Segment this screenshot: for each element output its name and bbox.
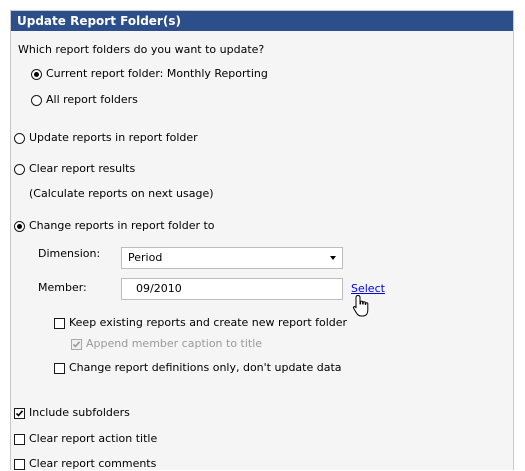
member-value: 09/2010 (136, 282, 182, 295)
clear-results-label: Clear report results (29, 162, 136, 175)
include-subfolders-checkbox[interactable] (14, 408, 25, 419)
dimension-select[interactable]: Period (121, 247, 343, 269)
append-caption-checkbox[interactable] (71, 339, 82, 350)
dimension-label: Dimension: (38, 247, 101, 260)
member-field[interactable]: 09/2010 (121, 278, 343, 300)
dialog-panel: Update Report Folder(s) Which report fol… (10, 10, 514, 470)
current-folder-label: Current report folder: Monthly Reporting (46, 67, 268, 80)
include-subfolders-label: Include subfolders (29, 406, 130, 419)
keep-existing-label: Keep existing reports and create new rep… (69, 316, 348, 329)
change-reports-radio[interactable] (14, 221, 25, 232)
folders-question: Which report folders do you want to upda… (18, 43, 265, 56)
chevron-down-icon (330, 256, 336, 260)
change-reports-label: Change reports in report folder to (29, 219, 215, 232)
keep-existing-checkbox[interactable] (54, 318, 65, 329)
clear-action-title-label: Clear report action title (29, 432, 158, 445)
clear-results-radio[interactable] (14, 164, 25, 175)
change-definitions-label: Change report definitions only, don't up… (69, 361, 342, 374)
update-reports-radio[interactable] (14, 133, 25, 144)
check-icon (15, 410, 24, 417)
all-folders-radio[interactable] (31, 95, 42, 106)
append-caption-label: Append member caption to title (86, 337, 263, 350)
all-folders-label: All report folders (46, 93, 138, 106)
change-definitions-checkbox[interactable] (54, 363, 65, 374)
dialog-title: Update Report Folder(s) (11, 11, 513, 31)
clear-results-note: (Calculate reports on next usage) (29, 187, 214, 200)
current-folder-radio[interactable] (31, 69, 42, 80)
dimension-value: Period (128, 251, 163, 264)
check-icon (72, 341, 81, 348)
clear-action-title-checkbox[interactable] (14, 434, 25, 445)
hand-pointer-icon (352, 295, 369, 317)
clear-comments-checkbox[interactable] (14, 459, 25, 470)
member-label: Member: (38, 281, 87, 294)
update-reports-label: Update reports in report folder (29, 131, 198, 144)
